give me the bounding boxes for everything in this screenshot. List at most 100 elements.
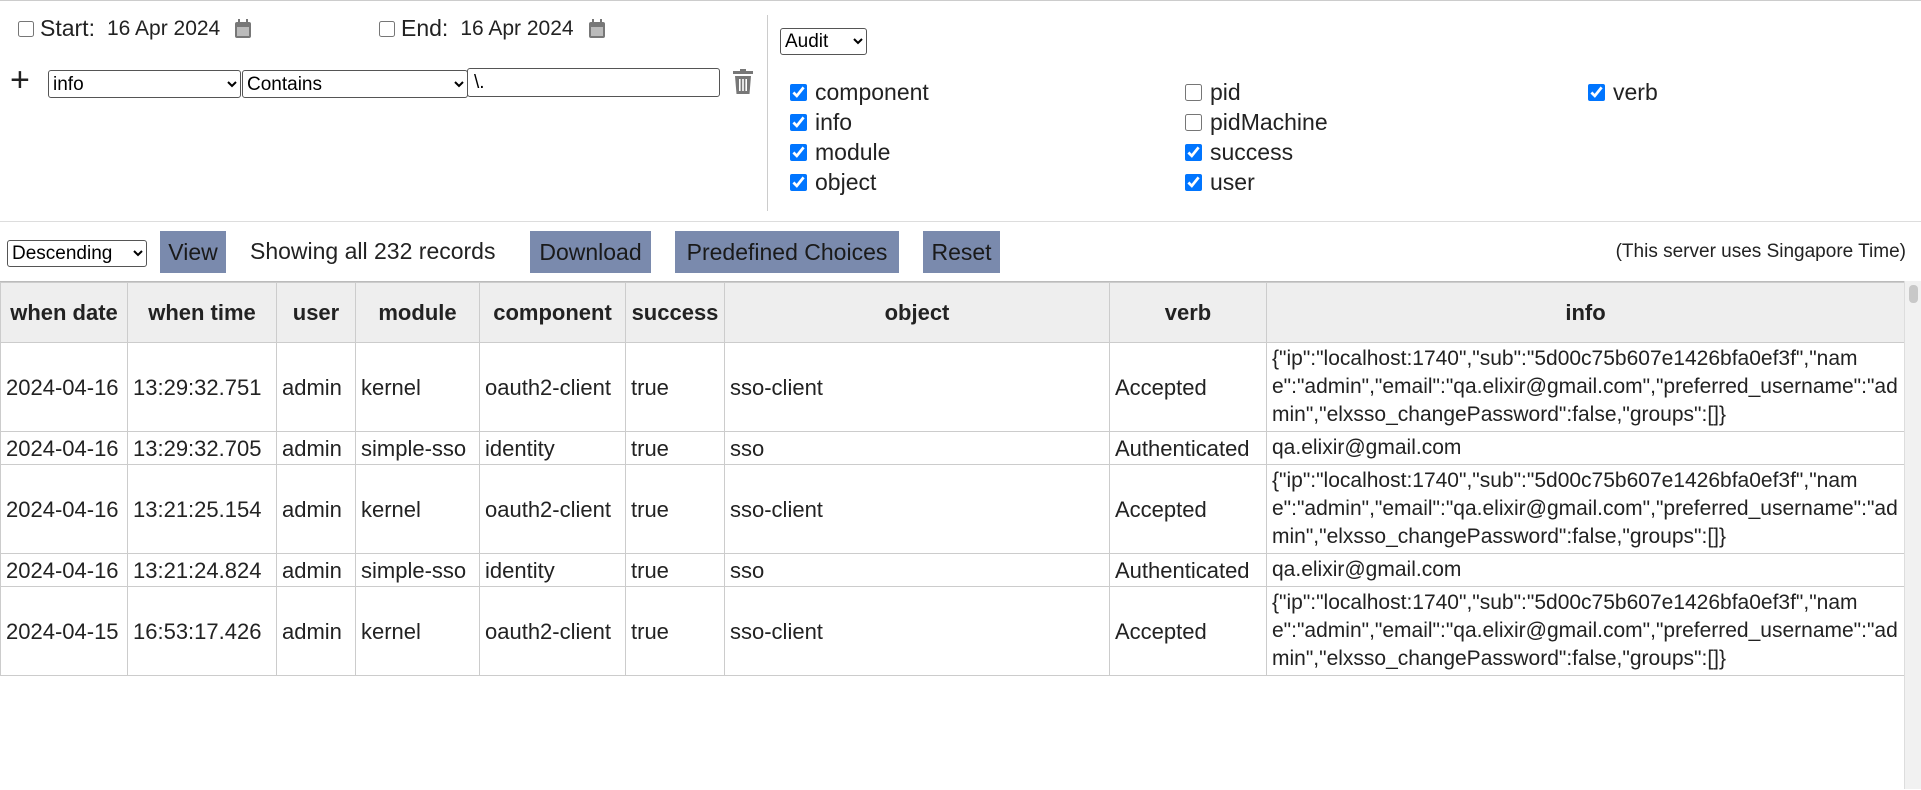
table-cell: 2024-04-16 (0, 464, 128, 554)
end-date-filter: End: 16 Apr 2024 (379, 15, 606, 42)
column-toggle-checkbox[interactable] (790, 173, 807, 191)
column-toggle-label: user (1210, 168, 1255, 195)
column-header[interactable]: user (276, 282, 356, 343)
table-cell: qa.elixir@gmail.com (1266, 431, 1904, 465)
start-date-checkbox[interactable] (18, 20, 34, 37)
calendar-icon[interactable] (234, 18, 252, 39)
column-toggle[interactable]: pid (1185, 78, 1241, 106)
table-cell: sso-client (724, 464, 1110, 554)
view-button[interactable]: View (160, 231, 226, 273)
table-cell: true (625, 586, 725, 676)
column-header[interactable]: verb (1109, 282, 1267, 343)
records-count-text: Showing all 232 records (250, 238, 496, 264)
column-header[interactable]: module (355, 282, 480, 343)
table-row: 2024-04-16 13:29:32.751 admin kernel oauth2-… (0, 342, 1904, 432)
column-toggle-checkbox[interactable] (1185, 173, 1202, 191)
table-cell: oauth2-client (479, 586, 626, 676)
column-toggle-checkbox[interactable] (1588, 83, 1605, 101)
column-toggle-checkbox[interactable] (1185, 113, 1202, 131)
server-timezone-note: (This server uses Singapore Time) (1615, 241, 1906, 262)
sort-order-select[interactable]: Descending (7, 240, 147, 267)
table-cell: 13:21:24.824 (127, 553, 277, 587)
predefined-choices-button[interactable]: Predefined Choices (675, 231, 899, 273)
column-toggle-label: pidMachine (1210, 108, 1328, 135)
table-scrollbar[interactable] (1904, 281, 1921, 789)
table-header-row: when date when time user module component suc… (0, 282, 1904, 343)
end-date-checkbox[interactable] (379, 20, 395, 37)
table-cell: identity (479, 431, 626, 465)
table-cell: kernel (355, 464, 480, 554)
filter-panel: Start: 16 Apr 2024 End: 16 Apr 2024 + in… (0, 0, 1921, 222)
table-cell: oauth2-client (479, 464, 626, 554)
trash-icon[interactable] (733, 69, 753, 95)
table-cell: Accepted (1109, 342, 1267, 432)
add-filter-icon[interactable]: + (10, 63, 30, 97)
column-header[interactable]: component (479, 282, 626, 343)
column-toggle-checkbox[interactable] (790, 143, 807, 161)
column-toggle[interactable]: success (1185, 138, 1293, 166)
table-cell: 16:53:17.426 (127, 586, 277, 676)
column-header[interactable]: success (625, 282, 725, 343)
start-date-filter: Start: 16 Apr 2024 (18, 15, 252, 42)
column-header[interactable]: when date (0, 282, 128, 343)
column-toggle[interactable]: module (790, 138, 890, 166)
column-toggle-label: component (815, 78, 929, 105)
table-cell: kernel (355, 342, 480, 432)
column-toggle[interactable]: verb (1588, 78, 1658, 106)
column-toggle-label: verb (1613, 78, 1658, 105)
table-cell: admin (276, 464, 356, 554)
table-cell: sso-client (724, 342, 1110, 432)
column-header[interactable]: object (724, 282, 1110, 343)
table-cell: simple-sso (355, 553, 480, 587)
table-cell: {"ip":"localhost:1740","sub":"5d00c75b60… (1266, 464, 1904, 554)
reset-button[interactable]: Reset (923, 231, 1000, 273)
calendar-icon[interactable] (588, 18, 606, 39)
table-cell: true (625, 464, 725, 554)
log-type-select[interactable]: Audit (780, 28, 867, 55)
scrollbar-thumb[interactable] (1909, 285, 1918, 303)
panel-divider (767, 15, 768, 211)
table-row: 2024-04-16 13:21:24.824 admin simple-sso ide… (0, 553, 1904, 587)
column-toggle-checkbox[interactable] (1185, 83, 1202, 101)
table-cell: admin (276, 431, 356, 465)
column-toggle-checkbox[interactable] (790, 83, 807, 101)
end-date-value[interactable]: 16 Apr 2024 (460, 17, 573, 41)
table-row: 2024-04-15 16:53:17.426 admin kernel oauth2-… (0, 586, 1904, 676)
audit-table-container: when date when time user module component suc… (0, 281, 1904, 790)
column-toggle-label: object (815, 168, 877, 195)
table-cell: Authenticated (1109, 553, 1267, 587)
column-toggle[interactable]: info (790, 108, 852, 136)
table-row: 2024-04-16 13:29:32.705 admin simple-sso ide… (0, 431, 1904, 465)
start-date-value[interactable]: 16 Apr 2024 (107, 17, 220, 41)
column-toggle[interactable]: object (790, 168, 876, 196)
column-toggle[interactable]: user (1185, 168, 1255, 196)
table-cell: 2024-04-16 (0, 431, 128, 465)
column-toggle-label: pid (1210, 78, 1241, 105)
table-cell: qa.elixir@gmail.com (1266, 553, 1904, 587)
column-toggle[interactable]: pidMachine (1185, 108, 1328, 136)
column-header[interactable]: info (1266, 282, 1904, 343)
end-label: End: (401, 15, 449, 41)
filter-value-input[interactable] (467, 68, 720, 97)
table-cell: Accepted (1109, 586, 1267, 676)
filter-field-select[interactable]: info (48, 70, 241, 98)
table-cell: admin (276, 342, 356, 432)
table-cell: 13:29:32.705 (127, 431, 277, 465)
column-header[interactable]: when time (127, 282, 277, 343)
column-toggle-label: success (1210, 138, 1294, 165)
table-cell: sso (724, 553, 1110, 587)
filter-operator-select[interactable]: Contains (242, 70, 468, 98)
download-button[interactable]: Download (530, 231, 651, 273)
column-toggle-label: info (815, 108, 853, 135)
table-body: 2024-04-16 13:29:32.751 admin kernel oauth2-… (0, 342, 1904, 676)
column-toggle-checkbox[interactable] (1185, 143, 1202, 161)
table-cell: oauth2-client (479, 342, 626, 432)
column-toggle-checkbox[interactable] (790, 113, 807, 131)
table-cell: 2024-04-16 (0, 342, 128, 432)
column-toggle[interactable]: component (790, 78, 929, 106)
table-cell: 13:21:25.154 (127, 464, 277, 554)
table-cell: kernel (355, 586, 480, 676)
table-cell: Authenticated (1109, 431, 1267, 465)
toolbar: Descending View Showing all 232 records … (0, 220, 1921, 280)
table-cell: true (625, 342, 725, 432)
